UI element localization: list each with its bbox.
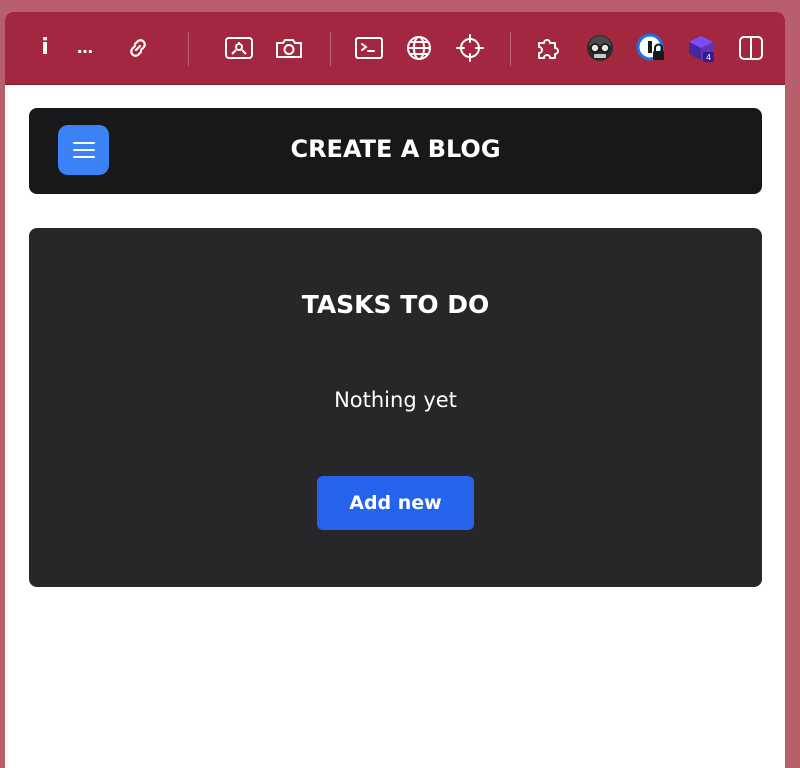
toolbar-separator	[188, 32, 189, 66]
empty-state-message: Nothing yet	[334, 388, 457, 412]
stacked-cube-icon[interactable]: 4	[685, 30, 717, 66]
link-icon[interactable]	[122, 30, 154, 66]
crosshair-icon[interactable]	[454, 30, 486, 66]
info-glyph: i	[41, 35, 49, 60]
toolbar-separator	[510, 32, 511, 66]
hacker-avatar-icon[interactable]	[584, 30, 616, 66]
page-content: CREATE A BLOG TASKS TO DO Nothing yet Ad…	[5, 85, 785, 768]
tasks-title: TASKS TO DO	[301, 290, 490, 319]
sidebar-toggle-icon[interactable]	[735, 30, 767, 66]
camera-icon[interactable]	[273, 30, 305, 66]
toolbar-separator	[330, 32, 331, 66]
info-icon[interactable]: i	[29, 30, 61, 66]
password-lock-icon[interactable]	[635, 30, 667, 66]
page-title: CREATE A BLOG	[290, 135, 501, 163]
cube-badge-count: 4	[706, 53, 711, 62]
add-new-button[interactable]: Add new	[317, 476, 474, 530]
more-glyph: …	[77, 38, 93, 57]
tasks-card: TASKS TO DO Nothing yet Add new	[29, 228, 762, 587]
terminal-icon[interactable]	[353, 30, 385, 66]
browser-extension-toolbar: i … 4	[5, 12, 785, 85]
more-options-icon[interactable]: …	[69, 30, 101, 66]
app-header: CREATE A BLOG	[29, 108, 762, 194]
browser-window: i … 4 CREATE A BLOG TASKS TO DO Nothing …	[5, 12, 785, 768]
screenshot-icon[interactable]	[223, 30, 255, 66]
puzzle-icon[interactable]	[533, 30, 565, 66]
globe-icon[interactable]	[403, 30, 435, 66]
